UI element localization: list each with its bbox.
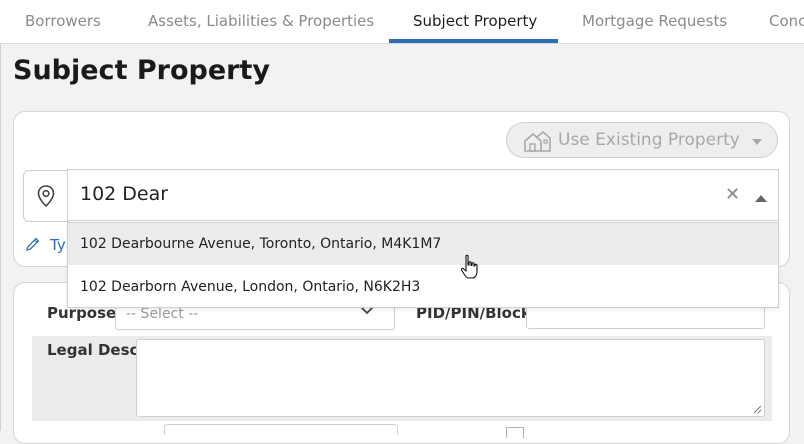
clear-icon[interactable]: ✕ [725, 186, 740, 204]
address-suggestion-option[interactable]: 102 Dearborn Avenue, London, Ontario, N6… [68, 266, 778, 308]
chevron-up-icon[interactable] [755, 195, 767, 202]
next-row-field[interactable] [164, 424, 398, 435]
manual-entry-hint-text: Ty [50, 236, 66, 254]
tab-conditions[interactable]: Conc [769, 0, 804, 43]
page-title: Subject Property [13, 55, 270, 86]
hand-pointer-cursor-icon [460, 254, 478, 279]
house-icon [524, 130, 551, 152]
tab-assets-liabilities-properties[interactable]: Assets, Liabilities & Properties [148, 0, 374, 43]
next-row-checkbox[interactable] [506, 427, 524, 438]
address-search-input[interactable] [80, 181, 700, 207]
location-pin-icon [37, 185, 55, 207]
active-tab-indicator [389, 39, 558, 43]
tab-bar: Borrowers Assets, Liabilities & Properti… [0, 0, 804, 44]
left-border [0, 43, 1, 431]
address-search-combobox[interactable]: ✕ [67, 169, 779, 221]
use-existing-property-label: Use Existing Property [558, 130, 740, 150]
pencil-icon [26, 237, 40, 251]
address-suggestion-option[interactable]: 102 Dearbourne Avenue, Toronto, Ontario,… [68, 223, 778, 265]
chevron-down-icon [752, 139, 762, 145]
legal-desc-textarea[interactable] [136, 339, 765, 417]
legal-desc-label: Legal Desc. [47, 341, 145, 359]
resize-grip-icon[interactable] [752, 404, 762, 414]
purpose-select-value: -- Select -- [126, 306, 199, 322]
use-existing-property-button[interactable]: Use Existing Property [506, 122, 778, 158]
tab-mortgage-requests[interactable]: Mortgage Requests [582, 0, 727, 43]
location-pin-addon [23, 170, 69, 222]
tab-borrowers[interactable]: Borrowers [25, 0, 101, 43]
address-suggestions-list: 102 Dearbourne Avenue, Toronto, Ontario,… [67, 222, 779, 308]
tab-subject-property[interactable]: Subject Property [413, 0, 537, 43]
